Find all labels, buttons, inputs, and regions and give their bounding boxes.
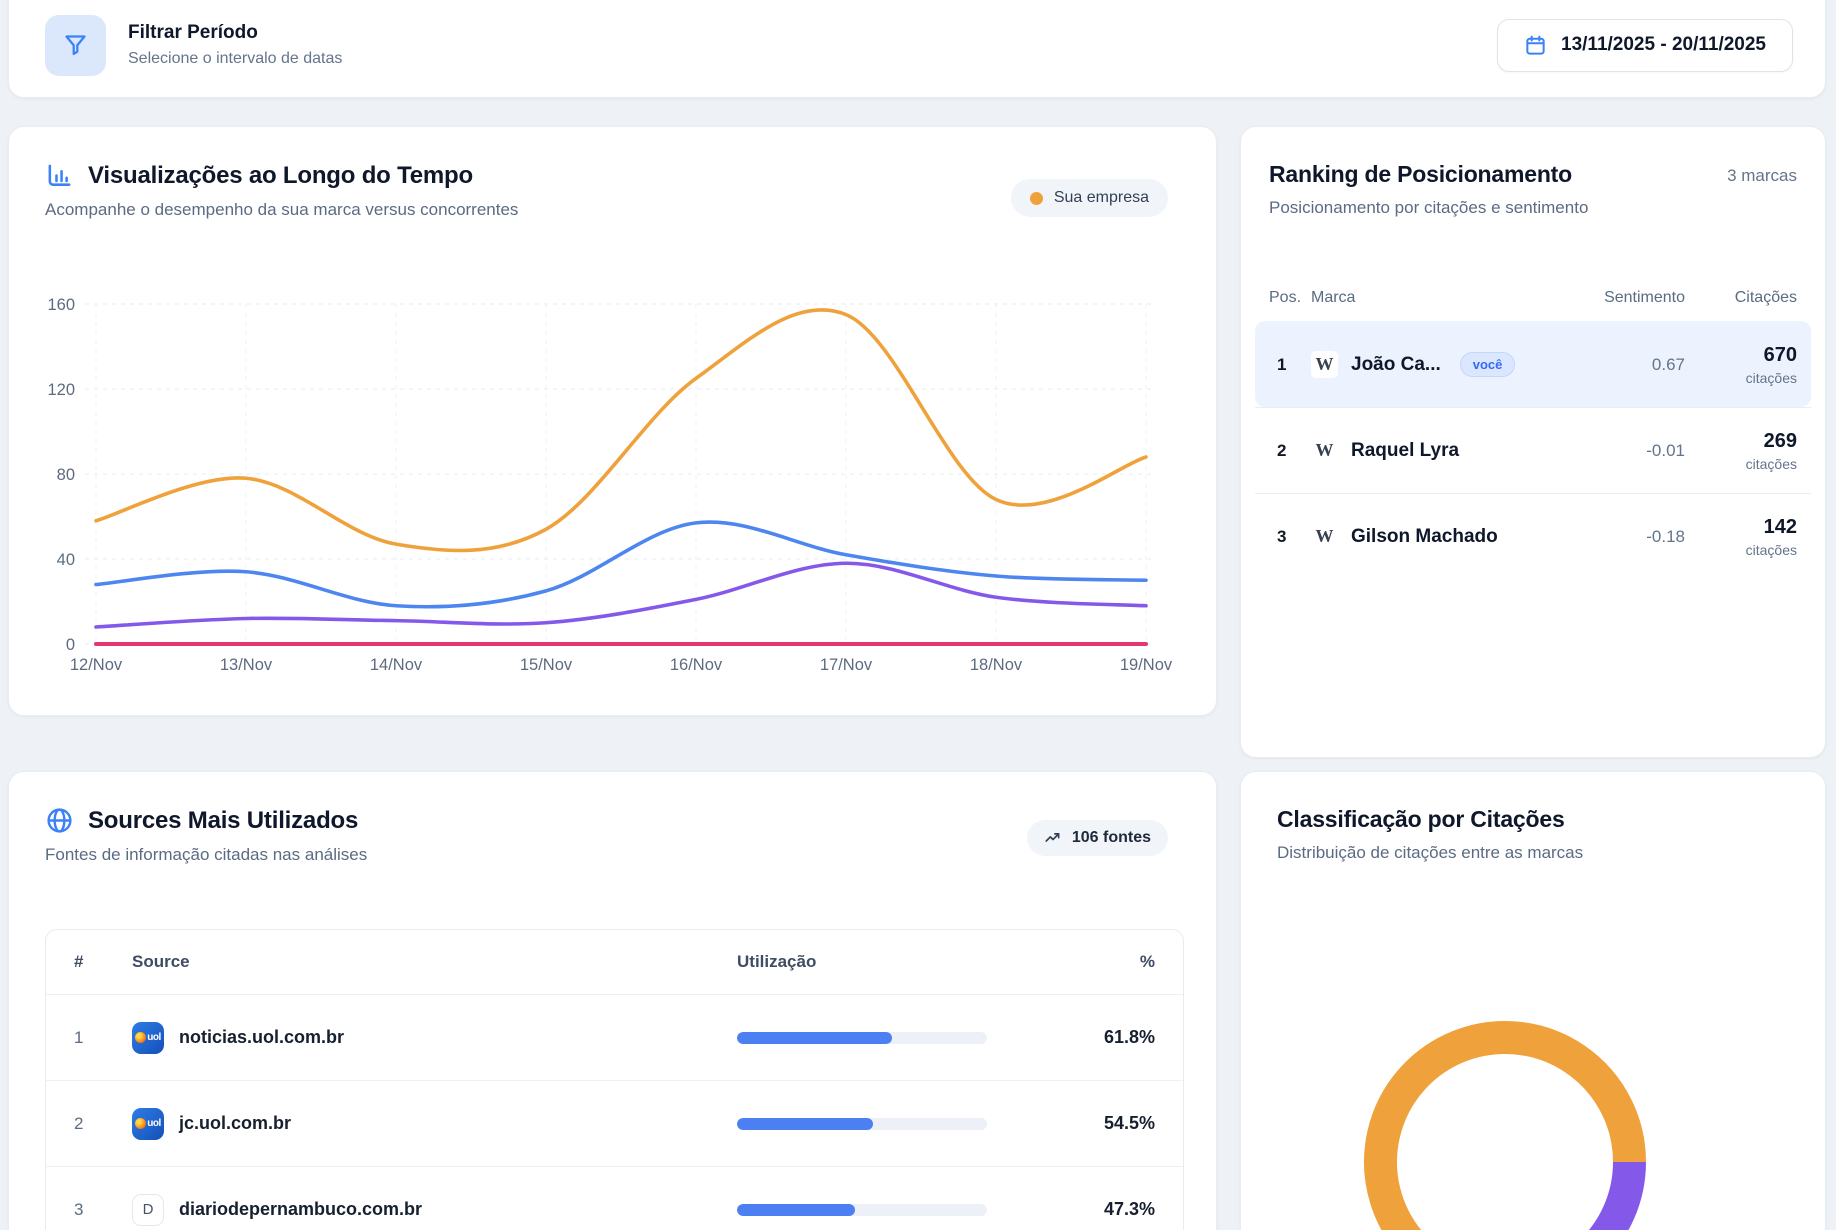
wikipedia-w-icon: W [1311, 437, 1338, 464]
citations-count: 142 [1764, 516, 1797, 539]
sentiment-value: -0.01 [1565, 441, 1685, 461]
source-percent: 54.5% [1037, 1113, 1155, 1134]
classification-title: Classificação por Citações [1277, 806, 1583, 833]
ranking-col-pos: Pos. [1269, 289, 1311, 307]
x-axis-tick: 18/Nov [970, 656, 1023, 674]
source-domain: jc.uol.com.br [179, 1113, 291, 1134]
citations-label: citações [1746, 456, 1797, 472]
utilization-bar [737, 1118, 987, 1130]
source-domain: noticias.uol.com.br [179, 1027, 344, 1048]
source-percent: 61.8% [1037, 1027, 1155, 1048]
line-series [96, 522, 1146, 607]
uol-favicon: uol [132, 1022, 164, 1054]
sources-card: Sources Mais Utilizados Fontes de inform… [8, 771, 1217, 1230]
sources-col-source: Source [132, 952, 737, 972]
x-axis-tick: 15/Nov [520, 656, 573, 674]
sources-subtitle: Fontes de informação citadas nas análise… [45, 845, 367, 865]
citations-label: citações [1746, 542, 1797, 558]
classification-subtitle: Distribuição de citações entre as marcas [1277, 843, 1583, 863]
sources-count-badge: 106 fontes [1027, 820, 1168, 856]
date-range-button[interactable]: 13/11/2025 - 20/11/2025 [1497, 19, 1793, 72]
sources-col-percent: % [1037, 952, 1155, 972]
citations-label: citações [1746, 370, 1797, 386]
funnel-icon [62, 32, 89, 59]
y-axis-tick: 80 [57, 466, 75, 484]
citations-count: 670 [1764, 344, 1797, 367]
ranking-count-badge: 3 marcas [1727, 166, 1797, 186]
ranking-card: Ranking de Posicionamento 3 marcas Posic… [1240, 126, 1826, 758]
ranking-table-header: Pos. Marca Sentimento Citações [1255, 275, 1811, 321]
donut-chart [1241, 862, 1827, 1230]
wikipedia-w-icon: W [1311, 523, 1338, 550]
sources-table: # Source Utilização % 1uolnoticias.uol.c… [45, 929, 1184, 1230]
source-row[interactable]: 2uol jc.uol.com.br 54.5% [46, 1080, 1183, 1166]
ranking-table: Pos. Marca Sentimento Citações 1WJoão Ca… [1255, 275, 1811, 579]
y-axis-tick: 120 [47, 381, 75, 399]
line-chart: 0 40 80 120 160 12/Nov 13/Nov 14/Nov 15/Nov 16/No… [9, 127, 1218, 717]
views-over-time-card: Visualizações ao Longo do Tempo Acompanh… [8, 126, 1217, 716]
sentiment-value: 0.67 [1565, 355, 1685, 375]
ranking-title: Ranking de Posicionamento [1269, 161, 1572, 188]
line-series [96, 310, 1146, 551]
y-axis-tick: 0 [66, 636, 75, 654]
source-percent: 47.3% [1037, 1199, 1155, 1220]
ranking-row[interactable]: 1W João Ca... você 0.67 670 citações [1255, 321, 1811, 407]
sentiment-value: -0.18 [1565, 527, 1685, 547]
ranking-position: 2 [1269, 441, 1311, 461]
y-axis-tick: 40 [57, 551, 75, 569]
source-row[interactable]: 1uol noticias.uol.com.br 61.8% [46, 994, 1183, 1080]
ranking-row[interactable]: 3W Gilson Machado -0.18 142 citações [1255, 493, 1811, 579]
ranking-col-marca: Marca [1311, 289, 1565, 307]
ranking-col-citacoes: Citações [1685, 289, 1797, 307]
date-range-value: 13/11/2025 - 20/11/2025 [1561, 34, 1766, 56]
you-badge: você [1460, 352, 1516, 377]
utilization-bar [737, 1032, 987, 1044]
ranking-col-sentimento: Sentimento [1565, 289, 1685, 307]
donut-slice [1589, 1162, 1629, 1230]
sources-title: Sources Mais Utilizados [88, 807, 358, 835]
sources-col-rank: # [74, 952, 132, 972]
source-rank: 2 [74, 1114, 132, 1134]
x-axis-tick: 13/Nov [220, 656, 273, 674]
trending-up-icon [1044, 829, 1062, 847]
sources-table-header: # Source Utilização % [46, 930, 1183, 994]
filter-icon-box [45, 15, 106, 76]
ranking-position: 1 [1269, 355, 1311, 375]
source-rank: 1 [74, 1028, 132, 1048]
x-axis-tick: 14/Nov [370, 656, 423, 674]
globe-icon [45, 806, 74, 835]
utilization-bar [737, 1204, 987, 1216]
brand-name: Gilson Machado [1351, 526, 1498, 548]
x-axis-tick: 12/Nov [70, 656, 123, 674]
sources-col-utilizacao: Utilização [737, 952, 1037, 972]
donut-slice [1381, 1038, 1630, 1230]
letter-favicon: D [132, 1194, 164, 1226]
classification-card: Classificação por Citações Distribuição … [1240, 771, 1826, 1230]
filter-period-title: Filtrar Período [128, 22, 342, 44]
ranking-subtitle: Posicionamento por citações e sentimento [1269, 198, 1797, 218]
y-axis-tick: 160 [47, 296, 75, 314]
x-axis-tick: 19/Nov [1120, 656, 1173, 674]
filter-period-subtitle: Selecione o intervalo de datas [128, 50, 342, 68]
sources-count-label: 106 fontes [1072, 829, 1151, 847]
ranking-row[interactable]: 2W Raquel Lyra -0.01 269 citações [1255, 407, 1811, 493]
ranking-position: 3 [1269, 527, 1311, 547]
wikipedia-w-icon: W [1311, 351, 1338, 378]
filter-period-bar: Filtrar Período Selecione o intervalo de… [8, 0, 1826, 98]
calendar-icon [1524, 34, 1547, 57]
brand-name: Raquel Lyra [1351, 440, 1459, 462]
source-domain: diariodepernambuco.com.br [179, 1199, 422, 1220]
x-axis-tick: 17/Nov [820, 656, 873, 674]
source-row[interactable]: 3Ddiariodepernambuco.com.br 47.3% [46, 1166, 1183, 1230]
x-axis-tick: 16/Nov [670, 656, 723, 674]
brand-name: João Ca... [1351, 354, 1441, 376]
uol-favicon: uol [132, 1108, 164, 1140]
citations-count: 269 [1764, 430, 1797, 453]
source-rank: 3 [74, 1200, 132, 1220]
